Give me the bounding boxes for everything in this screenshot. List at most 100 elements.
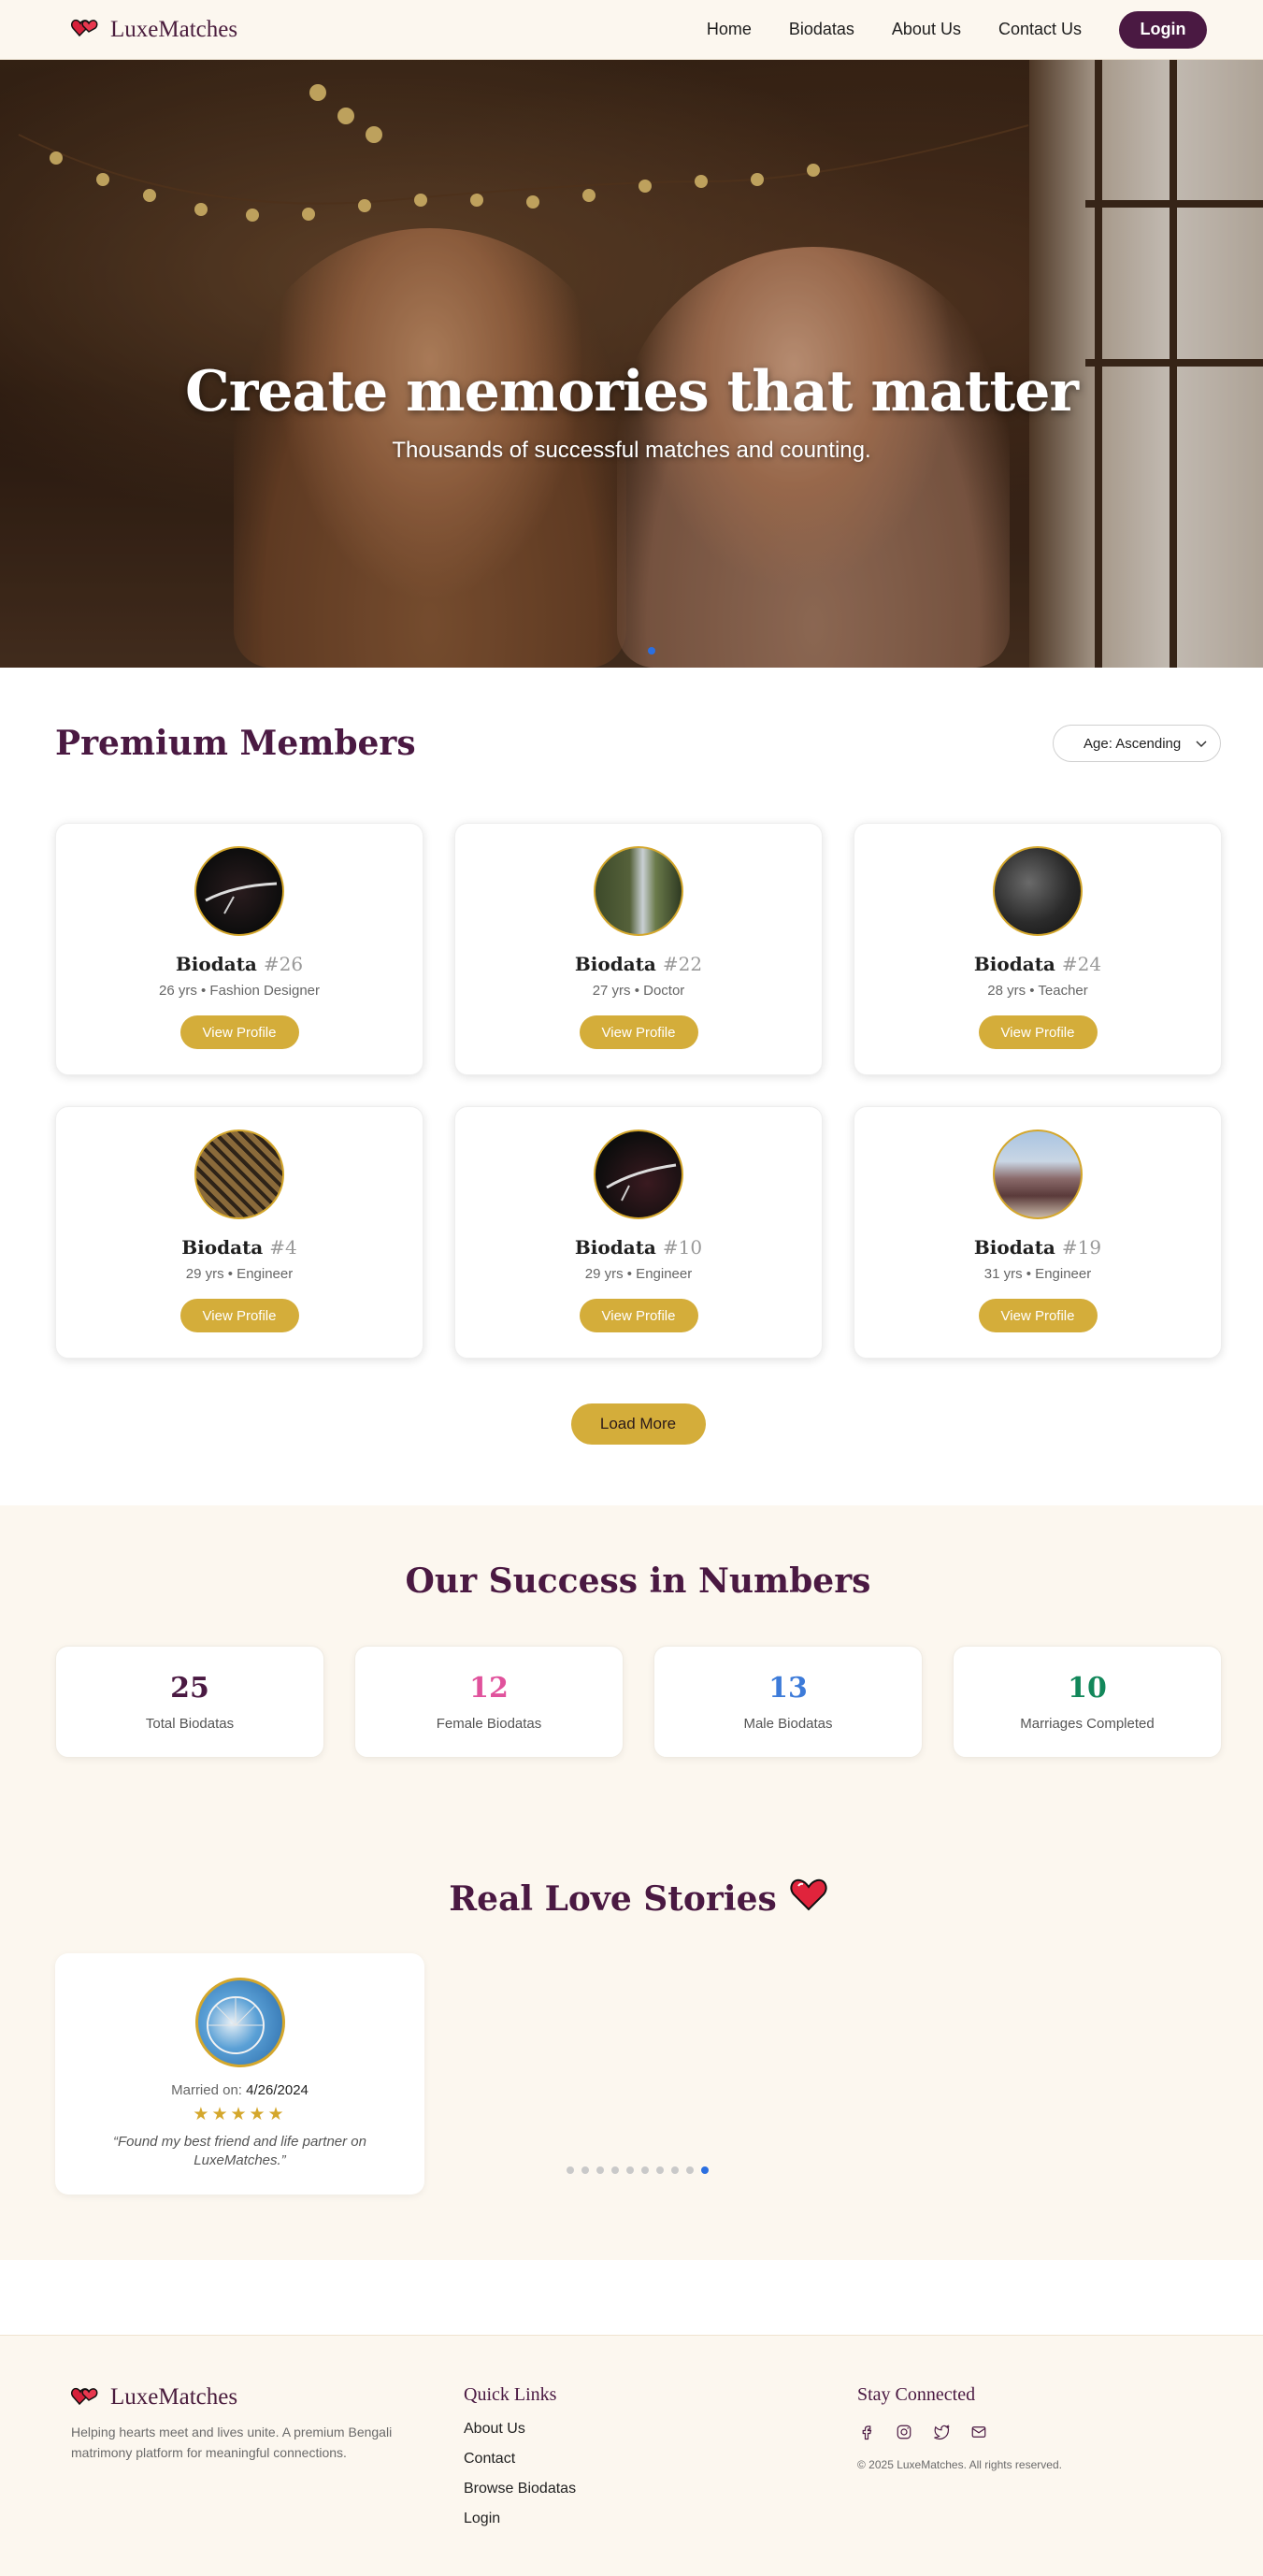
view-profile-button[interactable]: View Profile <box>978 1299 1098 1332</box>
brand[interactable]: LuxeMatches <box>71 17 237 43</box>
card-number: #10 <box>662 1236 703 1259</box>
nav-links: Home Biodatas About Us Contact Us Login <box>707 10 1207 49</box>
chevron-down-icon <box>1196 736 1207 752</box>
stats-title: Our Success in Numbers <box>405 1561 871 1601</box>
nav-home[interactable]: Home <box>707 20 752 39</box>
member-avatar <box>993 1130 1083 1219</box>
stat-value: 25 <box>170 1672 209 1705</box>
success-section: Our Success in Numbers 25 Total Biodatas… <box>0 1505 1263 2260</box>
stories-heading: Real Love Stories <box>55 1878 1221 1920</box>
stories-carousel: Married on: 4/26/2024 ★★★★★ “Found my be… <box>55 1953 1221 2195</box>
carousel-dot[interactable] <box>656 2166 664 2174</box>
age-sort-select[interactable]: Age: Ascending <box>1053 725 1221 762</box>
stat-card: 10 Marriages Completed <box>953 1646 1222 1758</box>
quick-links-title: Quick Links <box>464 2384 557 2405</box>
hero-content: Create memories that matter Thousands of… <box>0 359 1263 464</box>
facebook-icon[interactable] <box>857 2423 876 2441</box>
stat-card: 13 Male Biodatas <box>653 1646 923 1758</box>
card-name: Biodata <box>574 1236 656 1259</box>
member-avatar <box>194 846 284 936</box>
stats-grid: 25 Total Biodatas 12 Female Biodatas 13 … <box>55 1646 1222 1758</box>
card-number: #4 <box>269 1236 297 1259</box>
married-date: 4/26/2024 <box>246 2082 309 2098</box>
view-profile-button[interactable]: View Profile <box>579 1015 698 1049</box>
stories-title: Real Love Stories <box>449 1878 777 1919</box>
hero-slide-indicator[interactable] <box>648 647 655 655</box>
card-number: #26 <box>263 953 304 975</box>
stat-label: Female Biodatas <box>436 1716 542 1732</box>
card-meta: 29 yrs • Engineer <box>584 1266 693 1282</box>
card-meta: 29 yrs • Engineer <box>185 1266 294 1282</box>
carousel-dot[interactable] <box>671 2166 679 2174</box>
member-avatar <box>194 1130 284 1219</box>
connect-col: Stay Connected © 2025 LuxeMatches. All r… <box>857 2384 1231 2576</box>
stat-label: Marriages Completed <box>1020 1716 1155 1732</box>
member-card: Biodata #24 28 yrs • Teacher View Profil… <box>854 823 1222 1075</box>
member-card: Biodata #10 29 yrs • Engineer View Profi… <box>454 1106 823 1359</box>
carousel-dot[interactable] <box>567 2166 574 2174</box>
story-avatar <box>194 1978 285 2067</box>
view-profile-button[interactable]: View Profile <box>179 1015 299 1049</box>
nav-contact-us[interactable]: Contact Us <box>998 20 1082 39</box>
card-number: #24 <box>1061 953 1102 975</box>
carousel-dot[interactable] <box>701 2166 709 2174</box>
stat-value: 12 <box>469 1672 509 1705</box>
stat-card: 25 Total Biodatas <box>55 1646 324 1758</box>
card-meta: 31 yrs • Engineer <box>983 1266 1092 1282</box>
footer-link-browse[interactable]: Browse Biodatas <box>464 2481 857 2497</box>
top-nav: LuxeMatches Home Biodatas About Us Conta… <box>0 0 1263 60</box>
premium-title: Premium Members <box>55 724 416 763</box>
footer-link-about[interactable]: About Us <box>464 2421 857 2438</box>
carousel-dot[interactable] <box>641 2166 649 2174</box>
nav-biodatas[interactable]: Biodatas <box>789 20 854 39</box>
stat-label: Total Biodatas <box>145 1716 235 1732</box>
carousel-dot[interactable] <box>626 2166 634 2174</box>
view-profile-button[interactable]: View Profile <box>978 1015 1098 1049</box>
footer-link-login[interactable]: Login <box>464 2511 857 2527</box>
footer: LuxeMatches Helping hearts meet and live… <box>0 2335 1263 2576</box>
hearts-logo-icon <box>71 2385 99 2411</box>
footer-brand-col: LuxeMatches Helping hearts meet and live… <box>71 2384 464 2576</box>
twitter-icon[interactable] <box>932 2423 951 2441</box>
card-name: Biodata <box>574 953 656 975</box>
nav-about-us[interactable]: About Us <box>892 20 961 39</box>
footer-brand[interactable]: LuxeMatches <box>71 2384 464 2411</box>
carousel-dot[interactable] <box>596 2166 604 2174</box>
footer-link-contact[interactable]: Contact <box>464 2451 857 2468</box>
instagram-icon[interactable] <box>895 2423 913 2441</box>
view-profile-button[interactable]: View Profile <box>579 1299 698 1332</box>
story-quote: “Found my best friend and life partner o… <box>113 2134 366 2169</box>
card-name: Biodata <box>973 953 1055 975</box>
card-name: Biodata <box>973 1236 1055 1259</box>
member-avatar <box>993 846 1083 936</box>
footer-brand-name: LuxeMatches <box>110 2384 238 2410</box>
carousel-dot[interactable] <box>611 2166 619 2174</box>
carousel-dots <box>567 2166 709 2174</box>
stat-value: 10 <box>1068 1672 1107 1705</box>
quick-links-col: Quick Links About Us Contact Browse Biod… <box>464 2384 857 2576</box>
carousel-dot[interactable] <box>581 2166 589 2174</box>
login-button[interactable]: Login <box>1119 10 1207 49</box>
card-meta: 27 yrs • Doctor <box>592 983 685 999</box>
load-more-button[interactable]: Load More <box>570 1403 706 1445</box>
member-avatar <box>594 846 683 936</box>
member-card: Biodata #19 31 yrs • Engineer View Profi… <box>854 1106 1222 1359</box>
member-avatar <box>594 1130 683 1219</box>
hero-title: Create memories that matter <box>184 359 1079 425</box>
card-meta: 28 yrs • Teacher <box>987 983 1088 999</box>
copyright: © 2025 LuxeMatches. All rights reserved. <box>857 2458 1062 2471</box>
member-card: Biodata #4 29 yrs • Engineer View Profil… <box>55 1106 423 1359</box>
sort-value: Age: Ascending <box>1084 735 1182 752</box>
connect-title: Stay Connected <box>857 2384 976 2405</box>
mail-icon[interactable] <box>969 2423 988 2441</box>
social-links <box>857 2423 1231 2441</box>
card-meta: 26 yrs • Fashion Designer <box>159 983 320 999</box>
view-profile-button[interactable]: View Profile <box>179 1299 299 1332</box>
card-number: #19 <box>1061 1236 1102 1259</box>
carousel-dot[interactable] <box>686 2166 694 2174</box>
footer-description: Helping hearts meet and lives unite. A p… <box>71 2425 393 2461</box>
story-card: Married on: 4/26/2024 ★★★★★ “Found my be… <box>55 1953 424 2195</box>
member-card: Biodata #26 26 yrs • Fashion Designer Vi… <box>55 823 423 1075</box>
stat-label: Male Biodatas <box>743 1716 833 1732</box>
card-name: Biodata <box>175 953 257 975</box>
